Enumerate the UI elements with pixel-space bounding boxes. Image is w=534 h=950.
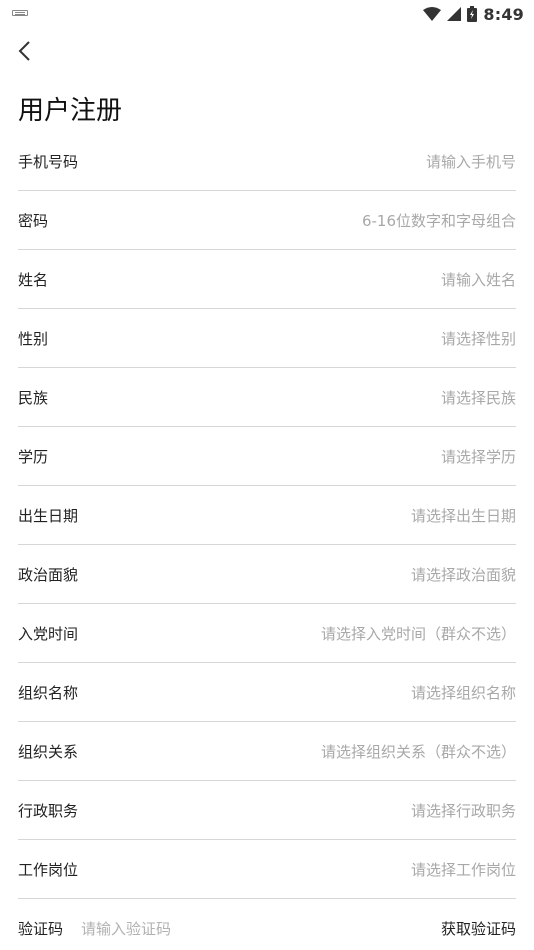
password-input[interactable]: 6-16位数字和字母组合 xyxy=(362,210,516,231)
organization-name-select[interactable]: 请选择组织名称 xyxy=(411,682,516,703)
field-organization-relation[interactable]: 组织关系 请选择组织关系（群众不选） xyxy=(18,722,516,781)
administrative-position-select[interactable]: 请选择行政职务 xyxy=(411,800,516,821)
verification-code-input[interactable]: 请输入验证码 xyxy=(81,918,171,939)
field-education[interactable]: 学历 请选择学历 xyxy=(18,427,516,486)
registration-form: 手机号码 请输入手机号 密码 6-16位数字和字母组合 姓名 请输入姓名 性别 … xyxy=(18,132,516,950)
name-input[interactable]: 请输入姓名 xyxy=(441,269,516,290)
field-administrative-position[interactable]: 行政职务 请选择行政职务 xyxy=(18,781,516,840)
field-password[interactable]: 密码 6-16位数字和字母组合 xyxy=(18,191,516,250)
field-phone[interactable]: 手机号码 请输入手机号 xyxy=(18,132,516,191)
field-organization-name[interactable]: 组织名称 请选择组织名称 xyxy=(18,663,516,722)
field-verification-code: 验证码 请输入验证码 获取验证码 xyxy=(18,899,516,950)
get-code-button[interactable]: 获取验证码 xyxy=(441,918,516,939)
status-icons: 8:49 xyxy=(423,3,524,25)
field-label: 验证码 xyxy=(18,920,64,938)
job-post-select[interactable]: 请选择工作岗位 xyxy=(411,859,516,880)
field-label: 姓名 xyxy=(18,270,49,289)
page-title: 用户注册 xyxy=(18,96,123,126)
field-label: 出生日期 xyxy=(18,506,79,525)
field-party-join-date[interactable]: 入党时间 请选择入党时间（群众不选） xyxy=(18,604,516,663)
field-gender[interactable]: 性别 请选择性别 xyxy=(18,309,516,368)
field-label: 政治面貌 xyxy=(18,565,79,584)
keyboard-icon xyxy=(12,10,28,16)
field-label: 民族 xyxy=(18,388,49,407)
field-label: 入党时间 xyxy=(18,624,79,643)
gender-select[interactable]: 请选择性别 xyxy=(441,328,516,349)
field-political-status[interactable]: 政治面貌 请选择政治面貌 xyxy=(18,545,516,604)
field-label: 手机号码 xyxy=(18,152,79,171)
organization-relation-select[interactable]: 请选择组织关系（群众不选） xyxy=(321,741,516,762)
birth-date-select[interactable]: 请选择出生日期 xyxy=(411,505,516,526)
field-job-post[interactable]: 工作岗位 请选择工作岗位 xyxy=(18,840,516,899)
status-time: 8:49 xyxy=(483,4,524,24)
wifi-icon xyxy=(423,7,442,21)
battery-icon xyxy=(467,6,478,22)
field-label: 组织名称 xyxy=(18,683,79,702)
chevron-left-icon[interactable] xyxy=(14,38,38,64)
field-label: 学历 xyxy=(18,447,49,466)
political-status-select[interactable]: 请选择政治面貌 xyxy=(411,564,516,585)
field-label: 组织关系 xyxy=(18,742,79,761)
field-label: 行政职务 xyxy=(18,801,79,820)
field-birth-date[interactable]: 出生日期 请选择出生日期 xyxy=(18,486,516,545)
status-bar: 8:49 xyxy=(0,0,534,28)
phone-input[interactable]: 请输入手机号 xyxy=(426,151,516,172)
field-name[interactable]: 姓名 请输入姓名 xyxy=(18,250,516,309)
field-label: 工作岗位 xyxy=(18,860,79,879)
field-label: 性别 xyxy=(18,329,49,348)
field-ethnicity[interactable]: 民族 请选择民族 xyxy=(18,368,516,427)
party-join-date-select[interactable]: 请选择入党时间（群众不选） xyxy=(321,623,516,644)
ethnicity-select[interactable]: 请选择民族 xyxy=(441,387,516,408)
cellular-signal-icon xyxy=(447,7,462,21)
field-label: 密码 xyxy=(18,211,49,230)
education-select[interactable]: 请选择学历 xyxy=(441,446,516,467)
verification-code-group: 验证码 请输入验证码 xyxy=(18,918,171,939)
